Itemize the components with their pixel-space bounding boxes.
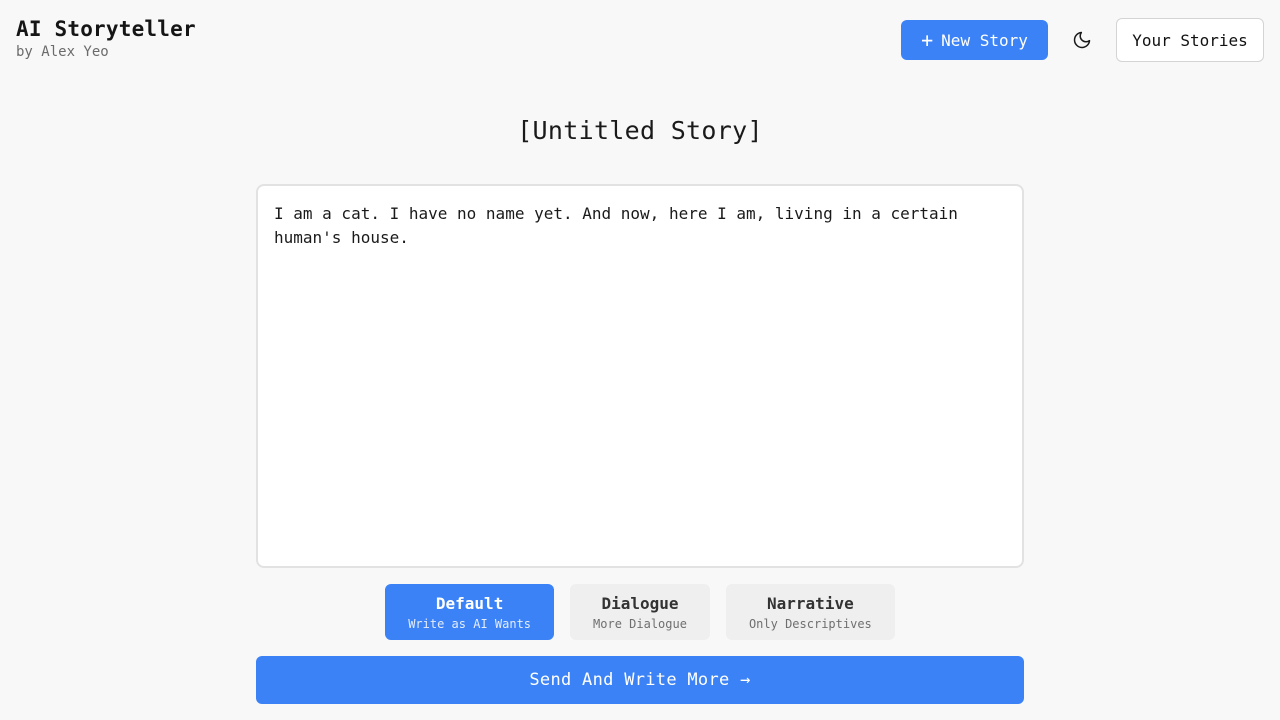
new-story-label: New Story bbox=[941, 30, 1028, 50]
send-and-write-more-button[interactable]: Send And Write More → bbox=[256, 656, 1024, 704]
theme-toggle-button[interactable] bbox=[1062, 20, 1102, 60]
mode-name: Narrative bbox=[767, 593, 854, 613]
author-byline: by Alex Yeo bbox=[16, 44, 109, 60]
writing-mode-selector: Default Write as AI Wants Dialogue More … bbox=[0, 584, 1280, 640]
mode-description: Only Descriptives bbox=[748, 616, 872, 631]
mode-description: Write as AI Wants bbox=[408, 616, 532, 631]
top-bar: AI Storyteller by Alex Yeo + New Story Y… bbox=[0, 0, 1280, 80]
mode-name: Dialogue bbox=[601, 593, 679, 613]
story-title[interactable]: [Untitled Story] bbox=[0, 116, 1280, 145]
new-story-button[interactable]: + New Story bbox=[901, 20, 1048, 60]
mode-dialogue-button[interactable]: Dialogue More Dialogue bbox=[570, 584, 710, 640]
brand: AI Storyteller by Alex Yeo bbox=[16, 17, 196, 60]
your-stories-button[interactable]: Your Stories bbox=[1116, 18, 1264, 62]
mode-narrative-button[interactable]: Narrative Only Descriptives bbox=[725, 584, 895, 640]
moon-icon bbox=[1073, 31, 1091, 49]
story-editor[interactable]: I am a cat. I have no name yet. And now,… bbox=[256, 184, 1024, 568]
mode-default-button[interactable]: Default Write as AI Wants bbox=[385, 584, 555, 640]
plus-icon: + bbox=[921, 28, 934, 52]
mode-description: More Dialogue bbox=[593, 616, 687, 631]
app-title: AI Storyteller bbox=[16, 17, 196, 41]
mode-name: Default bbox=[435, 593, 504, 613]
